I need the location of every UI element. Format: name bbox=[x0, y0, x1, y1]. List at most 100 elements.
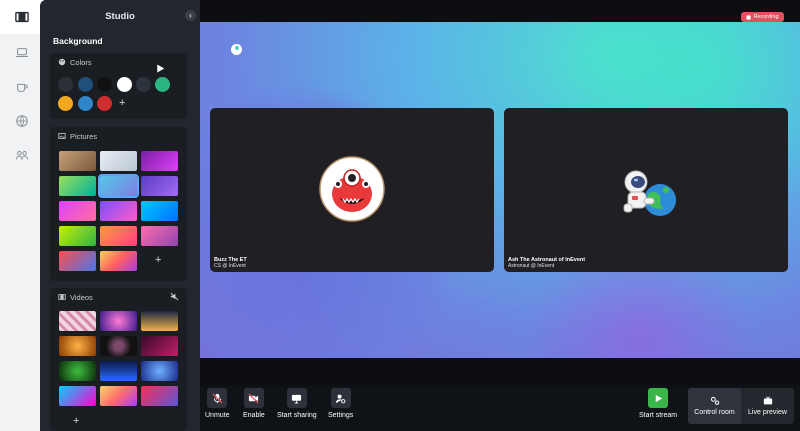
live-preview-label: Live preview bbox=[748, 409, 787, 416]
rail-item-people[interactable] bbox=[0, 138, 44, 172]
globe-icon bbox=[16, 115, 28, 127]
mute-icon[interactable] bbox=[170, 292, 179, 301]
add-video-plus-icon[interactable]: + bbox=[73, 416, 79, 427]
astronaut-avatar-icon bbox=[623, 170, 676, 216]
rail-item-breaks[interactable] bbox=[0, 70, 44, 104]
unmute-icon-box bbox=[207, 388, 228, 408]
gears-icon bbox=[710, 396, 719, 405]
add-picture-plus-icon[interactable]: + bbox=[155, 255, 161, 266]
film-icon bbox=[58, 294, 66, 300]
panel-header: Studio ‹ bbox=[40, 0, 200, 32]
color-swatch-slate[interactable] bbox=[58, 77, 73, 92]
picture-thumb[interactable] bbox=[59, 201, 96, 221]
panel-title: Studio bbox=[105, 10, 135, 22]
settings-icon-box bbox=[330, 388, 351, 408]
participant-tile-buzz[interactable]: Buzz The ET CS @ InEvent bbox=[210, 108, 494, 272]
video-thumb[interactable] bbox=[141, 361, 178, 381]
picture-thumb[interactable] bbox=[100, 201, 137, 221]
colors-header: Colors bbox=[50, 53, 187, 71]
color-swatch-navy[interactable] bbox=[78, 77, 93, 92]
alien-avatar-icon bbox=[319, 156, 385, 222]
picture-thumb[interactable] bbox=[100, 151, 137, 171]
rail-item-web[interactable] bbox=[0, 104, 44, 138]
unmute-button[interactable]: Unmute bbox=[205, 388, 230, 419]
collapse-panel-button[interactable]: ‹ bbox=[185, 10, 196, 21]
video-thumb[interactable] bbox=[141, 311, 178, 331]
picture-thumb[interactable] bbox=[59, 151, 96, 171]
video-thumb[interactable] bbox=[100, 386, 137, 406]
pictures-header: Pictures bbox=[50, 127, 187, 145]
video-thumb[interactable] bbox=[59, 386, 96, 406]
video-thumb[interactable] bbox=[100, 336, 137, 356]
control-room-button[interactable]: Control room bbox=[688, 388, 741, 424]
start-stream-button[interactable]: Start stream bbox=[639, 388, 677, 419]
sharing-icon-box bbox=[286, 388, 307, 408]
start-stream-label: Start stream bbox=[639, 412, 678, 419]
event-logo-icon bbox=[231, 44, 242, 55]
video-thumb[interactable] bbox=[100, 311, 137, 331]
recording-label: Recording bbox=[753, 14, 779, 20]
picture-thumb[interactable] bbox=[141, 201, 178, 221]
rail-item-devices[interactable] bbox=[0, 36, 44, 70]
picture-thumb[interactable] bbox=[141, 226, 178, 246]
mic-off-icon bbox=[212, 392, 223, 404]
picture-thumb[interactable] bbox=[59, 226, 96, 246]
color-swatch-charcoal[interactable] bbox=[136, 77, 151, 92]
color-swatch-white[interactable] bbox=[117, 77, 132, 92]
picture-thumb[interactable] bbox=[100, 251, 137, 271]
settings-button[interactable]: Settings bbox=[328, 388, 353, 419]
film-icon bbox=[15, 11, 29, 23]
colors-label: Colors bbox=[70, 57, 92, 67]
video-thumb[interactable] bbox=[59, 361, 96, 381]
unmute-label: Unmute bbox=[205, 412, 230, 419]
laptop-icon bbox=[15, 48, 29, 58]
start-sharing-label: Start sharing bbox=[277, 412, 317, 419]
videos-label: Videos bbox=[70, 292, 93, 302]
palette-icon bbox=[58, 58, 66, 66]
tv-icon bbox=[763, 396, 772, 405]
color-swatch-black[interactable] bbox=[97, 77, 112, 92]
participant-tile-ash[interactable]: Ash The Astronaut of InEvent Astronaut @… bbox=[504, 108, 788, 272]
add-color-plus-icon[interactable]: + bbox=[119, 98, 125, 109]
picture-thumb[interactable] bbox=[59, 251, 96, 271]
person-gear-icon bbox=[336, 394, 346, 403]
color-swatch-red[interactable] bbox=[97, 96, 112, 111]
picture-thumb[interactable] bbox=[59, 176, 96, 196]
picture-thumb[interactable] bbox=[141, 176, 178, 196]
section-title: Background bbox=[53, 36, 103, 46]
enable-camera-button[interactable]: Enable bbox=[243, 388, 265, 419]
enable-icon-box bbox=[243, 388, 264, 408]
start-stream-icon-box bbox=[648, 388, 669, 408]
participant-subtitle: CS @ InEvent bbox=[214, 263, 246, 269]
picture-thumb[interactable] bbox=[100, 226, 137, 246]
video-thumb[interactable] bbox=[100, 361, 137, 381]
studio-app: Studio ‹ Background Colors + Pictures + bbox=[0, 0, 800, 431]
monitor-icon bbox=[292, 394, 302, 404]
color-swatch-orange[interactable] bbox=[58, 96, 73, 111]
picture-thumb[interactable] bbox=[141, 151, 178, 171]
settings-label: Settings bbox=[328, 412, 354, 419]
color-swatch-green[interactable] bbox=[155, 77, 170, 92]
view-toggle-group: Control room Live preview bbox=[688, 388, 794, 424]
record-icon bbox=[746, 14, 752, 20]
color-swatch-blue[interactable] bbox=[78, 96, 93, 111]
start-sharing-button[interactable]: Start sharing bbox=[277, 388, 317, 419]
left-rail bbox=[0, 0, 44, 431]
enable-label: Enable bbox=[243, 412, 265, 419]
play-icon bbox=[655, 394, 662, 402]
videos-card: Videos bbox=[50, 288, 187, 431]
participant-subtitle: Astronaut @ InEvent bbox=[508, 263, 555, 269]
picture-thumb-selected[interactable] bbox=[98, 174, 139, 198]
video-thumb[interactable] bbox=[141, 386, 178, 406]
video-thumb[interactable] bbox=[59, 311, 96, 331]
video-thumb[interactable] bbox=[141, 336, 178, 356]
chevron-left-icon: ‹ bbox=[189, 10, 192, 20]
videos-header: Videos bbox=[50, 288, 187, 306]
live-preview-button[interactable]: Live preview bbox=[741, 388, 794, 424]
pictures-label: Pictures bbox=[70, 131, 98, 141]
stage-canvas: Buzz The ET CS @ InEvent Ash The Astrona… bbox=[200, 22, 800, 358]
rail-item-studio[interactable] bbox=[0, 0, 44, 34]
image-icon bbox=[58, 133, 66, 139]
recording-badge: Recording bbox=[741, 12, 784, 22]
video-thumb[interactable] bbox=[59, 336, 96, 356]
